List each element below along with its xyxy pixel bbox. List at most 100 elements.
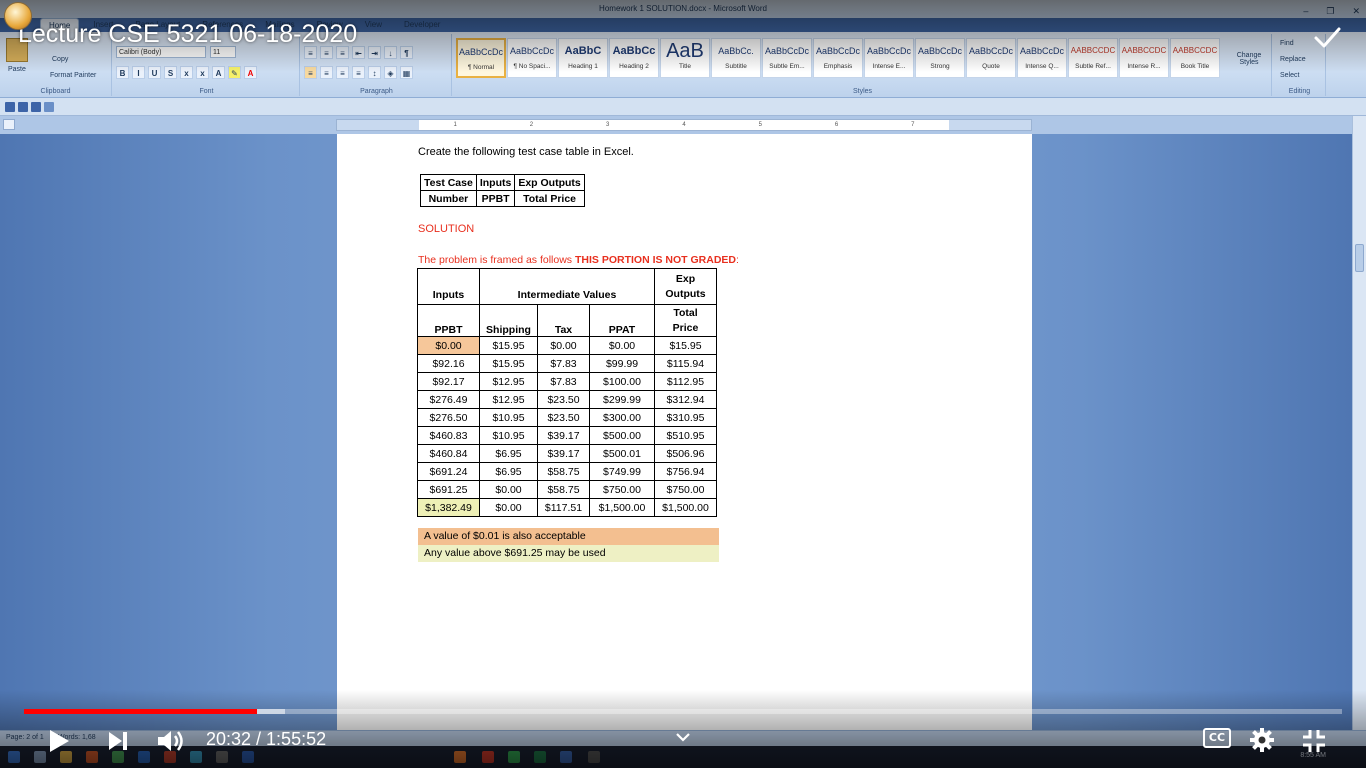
tab-developer[interactable]: Developer: [396, 18, 448, 32]
justify-button[interactable]: ≡: [352, 66, 365, 79]
app-icon[interactable]: [190, 751, 202, 763]
save-icon[interactable]: [5, 102, 15, 112]
style-name: Emphasis: [823, 63, 853, 70]
copy-button[interactable]: Copy: [52, 56, 68, 63]
cc-icon: CC: [1203, 728, 1231, 748]
style-item[interactable]: AaBbCcDc Emphasis: [813, 38, 863, 78]
show-marks-button[interactable]: ¶: [400, 46, 413, 59]
cell-tax: $0.00: [537, 336, 590, 355]
scrollbar-thumb[interactable]: [1355, 244, 1364, 272]
tab-selector[interactable]: [3, 119, 15, 130]
cell-tax: $117.51: [537, 498, 590, 517]
style-item[interactable]: AaBbCcDc Subtle Em...: [762, 38, 812, 78]
search-icon[interactable]: [34, 751, 46, 763]
word-taskbar-icon[interactable]: [242, 751, 254, 763]
align-left-button[interactable]: ≡: [304, 66, 317, 79]
office-button[interactable]: [4, 2, 32, 30]
change-case-button[interactable]: A: [212, 66, 225, 79]
vertical-scrollbar[interactable]: [1352, 116, 1366, 730]
framed-bold: THIS PORTION IS NOT GRADED: [574, 254, 736, 266]
redo-icon[interactable]: [31, 102, 41, 112]
paragraph-label: Paragraph: [360, 88, 393, 95]
superscript-button[interactable]: x: [196, 66, 209, 79]
app-icon[interactable]: [216, 751, 228, 763]
style-item[interactable]: AaBbCcDc Intense Q...: [1017, 38, 1067, 78]
next-button[interactable]: [106, 730, 130, 752]
check-icon[interactable]: [1312, 22, 1342, 52]
style-sample: AaBbCcDc: [764, 46, 809, 56]
paste-button[interactable]: Paste: [8, 66, 26, 73]
start-icon[interactable]: [8, 751, 20, 763]
maximize-button[interactable]: ❐: [1326, 2, 1334, 20]
table-row: $276.49 $12.95 $23.50 $299.99 $312.94: [417, 390, 717, 409]
settings-gear-icon[interactable]: [1248, 726, 1276, 754]
italic-button[interactable]: I: [132, 66, 145, 79]
align-right-button[interactable]: ≡: [336, 66, 349, 79]
captions-button[interactable]: CC: [1203, 728, 1233, 752]
replace-button[interactable]: Replace: [1280, 56, 1306, 63]
strikethrough-button[interactable]: S: [164, 66, 177, 79]
exit-fullscreen-icon[interactable]: [1300, 727, 1328, 755]
sort-button[interactable]: ↓: [384, 46, 397, 59]
firefox-icon[interactable]: [454, 751, 466, 763]
undo-icon[interactable]: [18, 102, 28, 112]
app-icon[interactable]: [508, 751, 520, 763]
cell-ppat: $100.00: [589, 372, 655, 391]
underline-button[interactable]: U: [148, 66, 161, 79]
minimize-button[interactable]: –: [1303, 2, 1308, 20]
app-icon[interactable]: [86, 751, 98, 763]
style-item[interactable]: AaBbCcDc Strong: [915, 38, 965, 78]
cell-ppbt: $92.17: [417, 372, 480, 391]
app-icon[interactable]: [112, 751, 124, 763]
video-title[interactable]: Lecture CSE 5321 06-18-2020: [18, 20, 357, 49]
cell-shipping: $15.95: [479, 354, 538, 373]
document-page[interactable]: Create the following test case table in …: [337, 134, 1032, 730]
bold-button[interactable]: B: [116, 66, 129, 79]
header-intermediate: Intermediate Values: [479, 268, 655, 305]
app-icon[interactable]: [482, 751, 494, 763]
style-item[interactable]: AaB Title: [660, 38, 710, 78]
find-button[interactable]: Find: [1280, 40, 1294, 47]
highlight-button[interactable]: ✎: [228, 66, 241, 79]
style-item[interactable]: AABBCCDC Book Title: [1170, 38, 1220, 78]
subscript-button[interactable]: x: [180, 66, 193, 79]
line-spacing-button[interactable]: ↕: [368, 66, 381, 79]
close-window-button[interactable]: ✕: [1352, 2, 1360, 20]
taskbar: 8:55 AM: [0, 746, 1366, 768]
cell-shipping: $12.95: [479, 390, 538, 409]
cell-tax: $39.17: [537, 444, 590, 463]
app-icon[interactable]: [588, 751, 600, 763]
style-name: Intense E...: [872, 63, 906, 70]
style-item[interactable]: AaBbCc Heading 2: [609, 38, 659, 78]
style-name: Title: [678, 63, 692, 70]
style-item[interactable]: AaBbCcDc Intense E...: [864, 38, 914, 78]
play-button[interactable]: [46, 728, 72, 754]
style-item[interactable]: AaBbCcDc Quote: [966, 38, 1016, 78]
style-name: Subtle Em...: [769, 63, 805, 70]
style-item[interactable]: AaBbC Heading 1: [558, 38, 608, 78]
tab-view[interactable]: View: [357, 18, 390, 32]
change-styles-button[interactable]: Change Styles: [1234, 52, 1264, 66]
table-row: $0.00 $15.95 $0.00 $0.00 $15.95: [417, 336, 717, 355]
font-color-button[interactable]: A: [244, 66, 257, 79]
format-painter-button[interactable]: Format Painter: [50, 72, 96, 79]
align-center-button[interactable]: ≡: [320, 66, 333, 79]
style-item[interactable]: AaBbCc. Subtitle: [711, 38, 761, 78]
style-item[interactable]: AaBbCcDc ¶ Normal: [456, 38, 506, 78]
style-item[interactable]: AABBCCDC Intense R...: [1119, 38, 1169, 78]
borders-button[interactable]: ▦: [400, 66, 413, 79]
increase-indent-button[interactable]: ⇥: [368, 46, 381, 59]
style-item[interactable]: AaBbCcDc ¶ No Spaci...: [507, 38, 557, 78]
chevron-down-icon[interactable]: [674, 730, 692, 744]
progress-bar[interactable]: [24, 709, 1342, 714]
print-preview-icon[interactable]: [44, 102, 54, 112]
instruction-text: Create the following test case table in …: [418, 146, 634, 158]
style-item[interactable]: AABBCCDC Subtle Ref...: [1068, 38, 1118, 78]
select-button[interactable]: Select: [1280, 72, 1299, 79]
shading-button[interactable]: ◈: [384, 66, 397, 79]
volume-button[interactable]: [156, 727, 188, 755]
app-icon[interactable]: [534, 751, 546, 763]
horizontal-ruler[interactable]: 1 2 3 4 5 6 7: [336, 119, 1032, 131]
app-icon[interactable]: [138, 751, 150, 763]
app-icon[interactable]: [560, 751, 572, 763]
